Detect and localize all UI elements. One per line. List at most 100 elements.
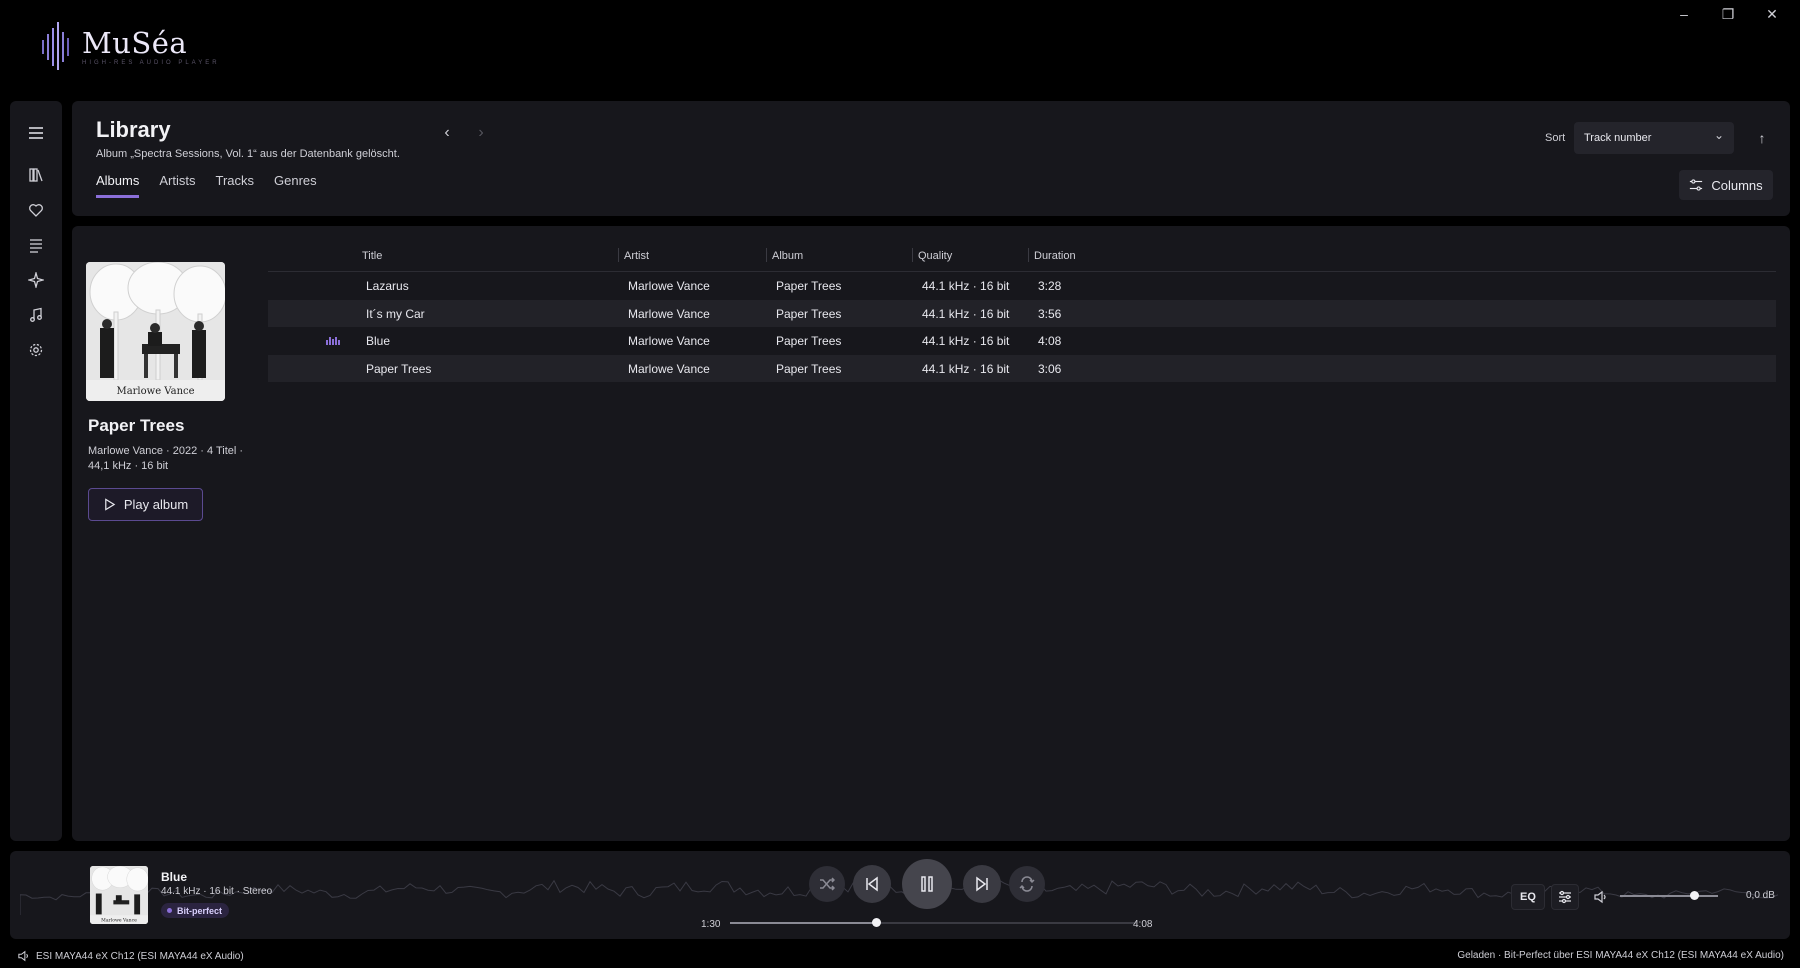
volume-db-readout: 0,0 dB xyxy=(1746,890,1775,901)
column-header-title[interactable]: Title xyxy=(362,250,382,262)
column-divider[interactable] xyxy=(1028,248,1029,262)
track-quality: 44.1 kHz · 16 bit xyxy=(922,306,1010,321)
now-playing-icon xyxy=(326,337,341,345)
table-row[interactable]: Paper Trees Marlowe Vance Paper Trees 44… xyxy=(268,354,1776,382)
skip-forward-icon xyxy=(976,876,988,892)
sort-value: Track number xyxy=(1584,132,1652,144)
track-title: Lazarus xyxy=(366,279,409,293)
title-bar: MuSéa HIGH-RES AUDIO PLAYER – ❐ ✕ xyxy=(0,0,1800,96)
track-table: Title Artist Album Quality Duration Laza… xyxy=(268,236,1776,382)
tab-artists[interactable]: Artists xyxy=(159,173,195,198)
track-duration: 3:28 xyxy=(1038,279,1062,293)
status-dot-icon xyxy=(167,908,172,913)
list-icon[interactable] xyxy=(24,233,48,257)
track-duration: 3:56 xyxy=(1038,306,1062,321)
table-row[interactable]: Lazarus Marlowe Vance Paper Trees 44.1 k… xyxy=(268,272,1776,300)
eq-button[interactable]: EQ xyxy=(1511,884,1545,910)
menu-icon[interactable] xyxy=(24,121,48,145)
shuffle-button[interactable] xyxy=(809,866,845,902)
sparkle-icon[interactable] xyxy=(24,268,48,292)
album-meta-line1: Marlowe Vance · 2022 · 4 Titel · xyxy=(88,445,244,457)
columns-label: Columns xyxy=(1711,177,1763,193)
total-time: 4:08 xyxy=(1133,919,1153,930)
status-text: Geladen · Bit-Perfect über ESI MAYA44 eX… xyxy=(1457,950,1784,961)
column-header-quality[interactable]: Quality xyxy=(918,250,952,262)
forward-arrow-icon[interactable]: › xyxy=(464,121,498,145)
column-header-album[interactable]: Album xyxy=(772,250,803,262)
columns-button[interactable]: Columns xyxy=(1679,170,1773,200)
track-album: Paper Trees xyxy=(776,361,842,376)
column-divider[interactable] xyxy=(618,248,619,262)
previous-button[interactable] xyxy=(853,865,891,903)
now-playing-title: Blue xyxy=(161,870,188,884)
track-artist: Marlowe Vance xyxy=(628,334,710,348)
volume-handle[interactable] xyxy=(1690,891,1699,900)
track-title: It´s my Car xyxy=(366,306,425,321)
tab-albums[interactable]: Albums xyxy=(96,173,140,198)
history-navigation: ‹ › xyxy=(430,121,498,145)
track-album: Paper Trees xyxy=(776,306,842,321)
track-duration: 3:06 xyxy=(1038,361,1062,376)
seek-bar-fill xyxy=(730,922,877,924)
output-device: ESI MAYA44 eX Ch12 (ESI MAYA44 eX Audio) xyxy=(18,950,244,962)
track-quality: 44.1 kHz · 16 bit xyxy=(922,334,1010,348)
app-logo: MuSéa HIGH-RES AUDIO PLAYER xyxy=(40,22,220,70)
back-arrow-icon[interactable]: ‹ xyxy=(430,121,464,145)
now-playing-art-image: Marlowe Vance xyxy=(90,866,148,924)
track-quality: 44.1 kHz · 16 bit xyxy=(922,361,1010,376)
track-title: Paper Trees xyxy=(366,361,432,376)
album-cover-artist-text: Marlowe Vance xyxy=(116,386,194,397)
status-bar: ESI MAYA44 eX Ch12 (ESI MAYA44 eX Audio)… xyxy=(0,946,1800,968)
music-note-icon[interactable] xyxy=(24,303,48,327)
track-quality: 44.1 kHz · 16 bit xyxy=(922,279,1010,293)
next-button[interactable] xyxy=(963,865,1001,903)
sidebar xyxy=(10,101,62,841)
repeat-button[interactable] xyxy=(1009,866,1045,902)
sort-label: Sort xyxy=(1545,132,1566,144)
tab-tracks[interactable]: Tracks xyxy=(215,173,254,198)
tune-icon xyxy=(1559,890,1571,904)
seek-bar[interactable] xyxy=(730,918,1136,927)
restore-button[interactable]: ❐ xyxy=(1706,0,1750,28)
bit-perfect-badge: Bit-perfect xyxy=(161,903,230,918)
track-album: Paper Trees xyxy=(776,334,842,348)
track-artist: Marlowe Vance xyxy=(628,361,710,376)
tab-genres[interactable]: Genres xyxy=(274,173,317,198)
play-icon xyxy=(105,498,116,511)
pause-button[interactable] xyxy=(902,859,952,909)
column-header-duration[interactable]: Duration xyxy=(1034,250,1076,262)
column-divider[interactable] xyxy=(912,248,913,262)
track-artist: Marlowe Vance xyxy=(628,279,710,293)
column-header-artist[interactable]: Artist xyxy=(624,250,649,262)
column-divider[interactable] xyxy=(766,248,767,262)
window-controls: – ❐ ✕ xyxy=(1662,0,1794,28)
sort-dropdown[interactable]: Track number ⌄ xyxy=(1574,122,1734,154)
skip-back-icon xyxy=(866,876,878,892)
table-row[interactable]: It´s my Car Marlowe Vance Paper Trees 44… xyxy=(268,299,1776,327)
album-cover[interactable]: Marlowe Vance xyxy=(86,262,225,401)
table-header: Title Artist Album Quality Duration xyxy=(268,236,1776,272)
volume-icon[interactable] xyxy=(1592,888,1610,906)
audio-settings-button[interactable] xyxy=(1551,884,1579,910)
play-album-button[interactable]: Play album xyxy=(88,488,203,521)
output-device-label: ESI MAYA44 eX Ch12 (ESI MAYA44 eX Audio) xyxy=(36,950,244,962)
status-message: Album „Spectra Sessions, Vol. 1“ aus der… xyxy=(96,148,400,160)
track-title: Blue xyxy=(366,334,391,348)
now-playing-cover-artist-text: Marlowe Vance xyxy=(101,917,137,923)
app-name: MuSéa xyxy=(82,25,188,60)
page-title: Library xyxy=(96,117,171,142)
heart-icon[interactable] xyxy=(24,198,48,222)
now-playing-cover[interactable]: Marlowe Vance xyxy=(90,866,148,924)
volume-slider[interactable] xyxy=(1620,891,1718,900)
now-playing-quality: 44.1 kHz · 16 bit · Stereo xyxy=(161,886,273,897)
close-button[interactable]: ✕ xyxy=(1750,0,1794,28)
table-row[interactable]: Blue Marlowe Vance Paper Trees 44.1 kHz … xyxy=(268,327,1776,355)
album-art-image: Marlowe Vance xyxy=(86,262,225,401)
track-artist: Marlowe Vance xyxy=(628,306,710,321)
library-icon[interactable] xyxy=(24,163,48,187)
sort-direction-icon[interactable]: ↑ xyxy=(1750,125,1774,151)
album-title: Paper Trees xyxy=(88,416,185,435)
minimize-button[interactable]: – xyxy=(1662,0,1706,28)
sliders-icon xyxy=(1690,179,1703,191)
gear-icon[interactable] xyxy=(24,338,48,362)
